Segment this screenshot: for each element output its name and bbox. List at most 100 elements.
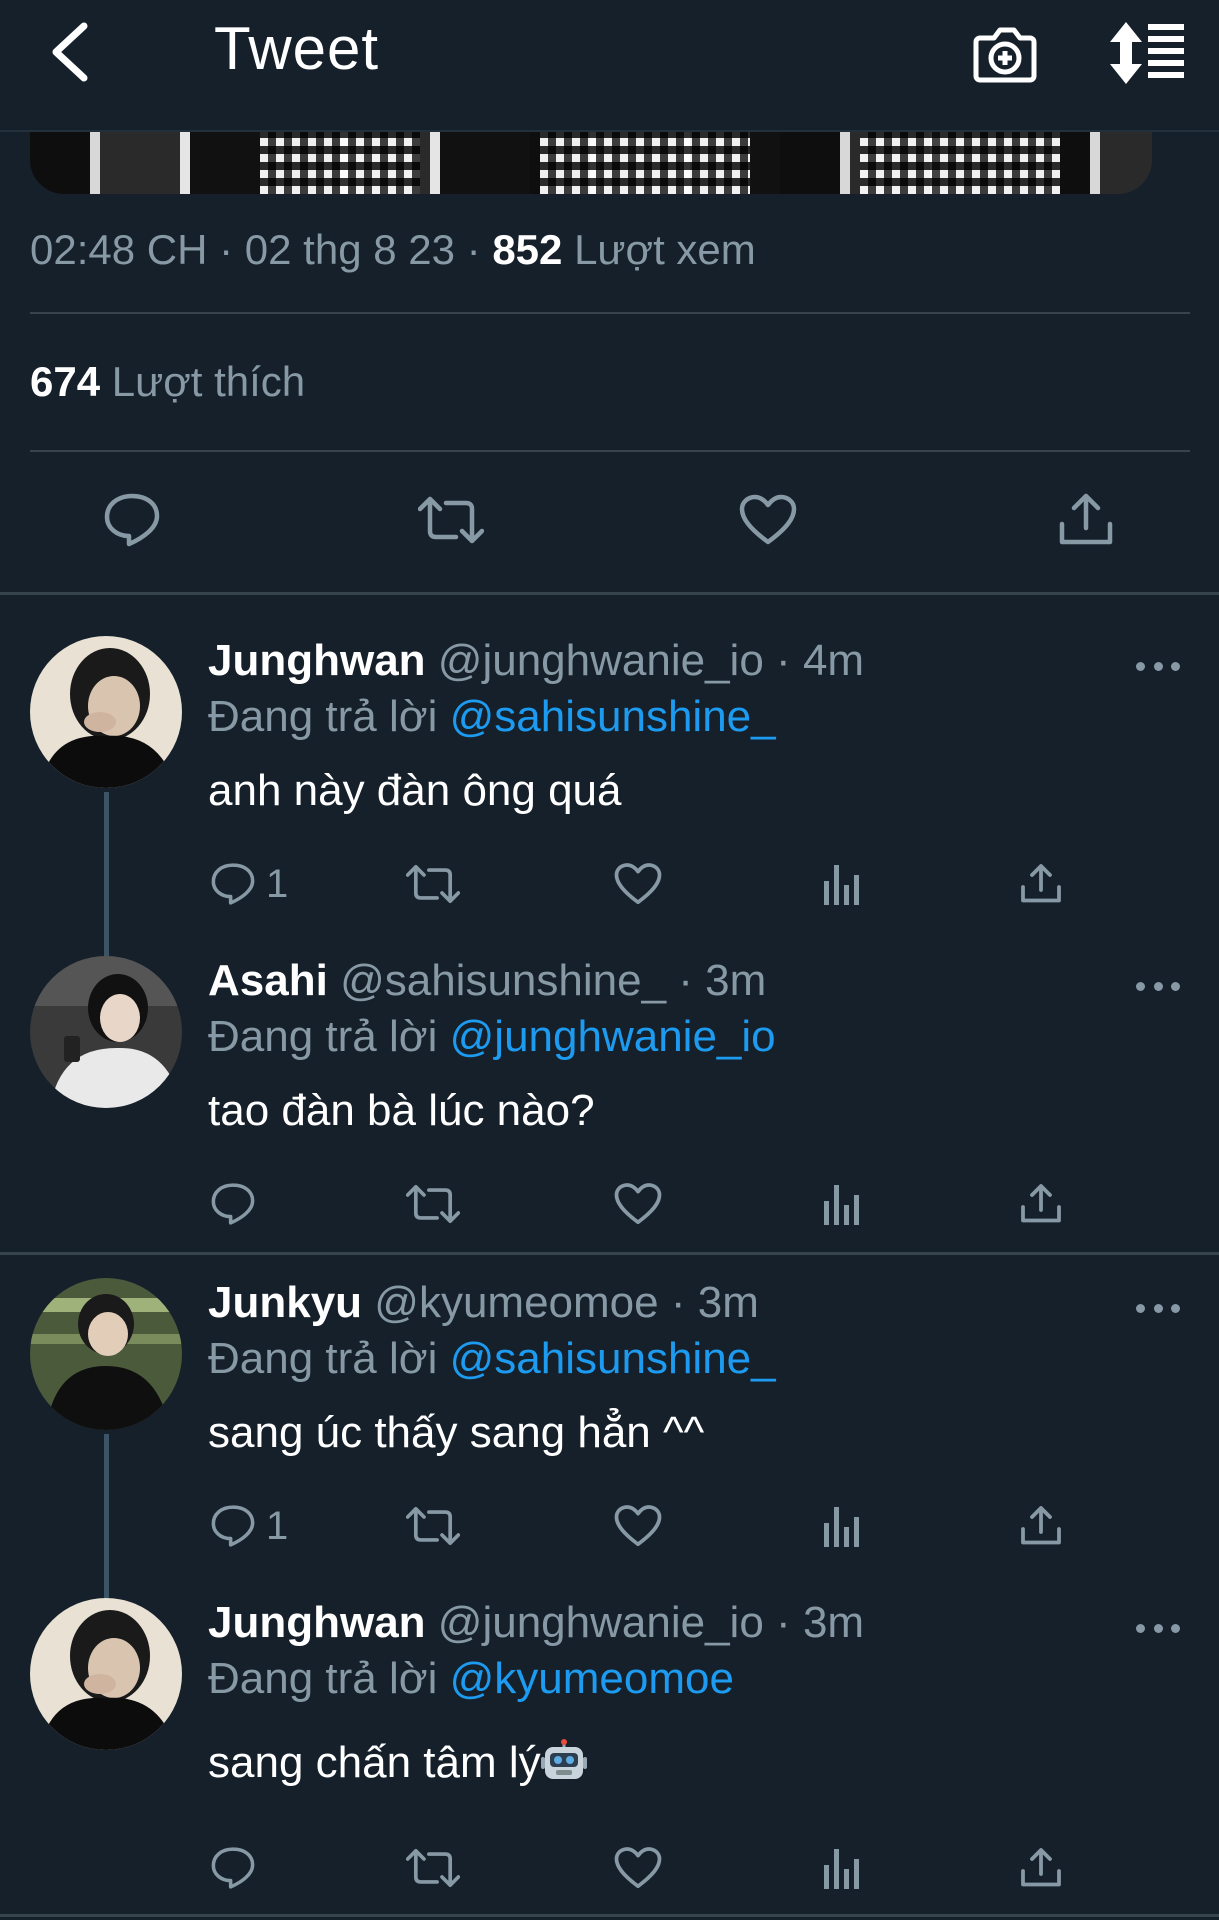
replying-to: Đang trả lời @sahisunshine_ bbox=[208, 1334, 776, 1384]
reply-count: 1 bbox=[266, 861, 289, 906]
avatar[interactable] bbox=[30, 956, 182, 1108]
analytics-button[interactable] bbox=[822, 1838, 862, 1898]
retweet-icon bbox=[406, 864, 460, 904]
analytics-button[interactable] bbox=[822, 1496, 862, 1556]
meta-separator: · bbox=[219, 226, 234, 273]
retweet-button[interactable] bbox=[406, 854, 460, 914]
sort-button[interactable] bbox=[1108, 20, 1188, 86]
mention-link[interactable]: @sahisunshine_ bbox=[450, 1334, 776, 1383]
share-button[interactable] bbox=[1020, 1496, 1062, 1556]
display-name[interactable]: Asahi bbox=[208, 956, 328, 1005]
divider bbox=[30, 312, 1190, 314]
heart-icon bbox=[739, 494, 797, 545]
like-button[interactable] bbox=[614, 1174, 662, 1234]
reply-tweet[interactable]: Junkyu @kyumeomoe · 3m Đang trả lời @sah… bbox=[0, 1278, 1219, 1598]
share-icon bbox=[1021, 1848, 1061, 1887]
views-count: 852 bbox=[492, 226, 563, 273]
reply-button[interactable] bbox=[210, 1174, 266, 1234]
more-options-button[interactable] bbox=[1136, 976, 1180, 996]
likes-stat[interactable]: 674 Lượt thích bbox=[30, 358, 305, 406]
more-options-button[interactable] bbox=[1136, 656, 1180, 676]
mention-link[interactable]: @kyumeomoe bbox=[450, 1654, 734, 1703]
reply-age: 3m bbox=[802, 1598, 865, 1647]
reply-header: Junkyu @kyumeomoe · 3m bbox=[208, 1278, 759, 1327]
reply-text-container: sang chấn tâm lý bbox=[208, 1738, 587, 1788]
retweet-button[interactable] bbox=[406, 1174, 460, 1234]
like-button[interactable] bbox=[614, 1496, 662, 1556]
heart-icon bbox=[614, 863, 662, 905]
back-arrow-icon bbox=[52, 22, 88, 82]
display-name[interactable]: Junghwan bbox=[208, 1598, 426, 1647]
reply-text: anh này đàn ông quá bbox=[208, 766, 622, 815]
retweet-button[interactable] bbox=[406, 1838, 460, 1898]
like-button[interactable] bbox=[614, 854, 662, 914]
camera-button[interactable] bbox=[972, 20, 1038, 86]
reply-icon bbox=[211, 863, 255, 905]
reply-tweet[interactable]: Junghwan @junghwanie_io · 3m Đang trả lờ… bbox=[0, 1598, 1219, 1916]
reply-header: Asahi @sahisunshine_ · 3m bbox=[208, 956, 767, 1005]
share-button[interactable] bbox=[1020, 1174, 1062, 1234]
share-icon bbox=[1059, 493, 1113, 545]
reply-button[interactable] bbox=[102, 490, 162, 550]
divider bbox=[30, 450, 1190, 452]
display-name[interactable]: Junghwan bbox=[208, 636, 426, 685]
avatar-photo bbox=[30, 1278, 182, 1430]
reply-header: Junghwan @junghwanie_io · 3m bbox=[208, 1598, 865, 1647]
avatar[interactable] bbox=[30, 1598, 182, 1750]
user-handle: @sahisunshine_ bbox=[340, 956, 667, 1005]
reply-header: Junghwan @junghwanie_io · 4m bbox=[208, 636, 865, 685]
share-icon bbox=[1021, 1506, 1061, 1545]
page-title: Tweet bbox=[214, 15, 380, 82]
avatar[interactable] bbox=[30, 636, 182, 788]
sort-timeline-icon bbox=[1110, 22, 1184, 84]
share-icon bbox=[1021, 864, 1061, 903]
replying-prefix: Đang trả lời bbox=[208, 1012, 438, 1061]
reply-action-bar bbox=[0, 1838, 1219, 1898]
reply-count: 1 bbox=[266, 1503, 289, 1548]
reply-tweet[interactable]: Junghwan @junghwanie_io · 4m Đang trả lờ… bbox=[0, 636, 1219, 958]
reply-icon bbox=[211, 1505, 255, 1547]
tweet-timestamp: 02:48 CH · 02 thg 8 23 · 852 Lượt xem bbox=[30, 226, 756, 274]
section-divider bbox=[0, 592, 1219, 595]
avatar[interactable] bbox=[30, 1278, 182, 1430]
section-divider bbox=[0, 1914, 1219, 1917]
analytics-icon bbox=[824, 865, 859, 905]
analytics-icon bbox=[824, 1849, 859, 1889]
reply-button[interactable]: 1 bbox=[210, 854, 288, 914]
user-handle: @junghwanie_io bbox=[437, 636, 764, 685]
reply-age: 3m bbox=[697, 1278, 759, 1327]
replying-prefix: Đang trả lời bbox=[208, 1334, 438, 1383]
more-options-button[interactable] bbox=[1136, 1298, 1180, 1318]
retweet-button[interactable] bbox=[416, 490, 486, 550]
reply-button[interactable] bbox=[210, 1838, 266, 1898]
mention-link[interactable]: @junghwanie_io bbox=[450, 1012, 776, 1061]
heart-icon bbox=[614, 1183, 662, 1225]
analytics-button[interactable] bbox=[822, 854, 862, 914]
avatar-photo bbox=[30, 636, 182, 788]
replying-to: Đang trả lời @junghwanie_io bbox=[208, 1012, 776, 1062]
display-name[interactable]: Junkyu bbox=[208, 1278, 362, 1327]
heart-icon bbox=[614, 1505, 662, 1547]
analytics-icon bbox=[824, 1507, 859, 1547]
share-button[interactable] bbox=[1056, 490, 1116, 550]
top-bar: Tweet bbox=[0, 0, 1219, 132]
robot-face-emoji-icon bbox=[540, 1739, 587, 1779]
analytics-button[interactable] bbox=[822, 1174, 862, 1234]
retweet-icon bbox=[406, 1506, 460, 1546]
reply-button[interactable]: 1 bbox=[210, 1496, 288, 1556]
likes-label: Lượt thích bbox=[111, 358, 306, 405]
reply-text: sang chấn tâm lý bbox=[208, 1738, 541, 1787]
like-button[interactable] bbox=[614, 1838, 662, 1898]
share-button[interactable] bbox=[1020, 1838, 1062, 1898]
likes-count: 674 bbox=[30, 358, 101, 405]
reply-tweet[interactable]: Asahi @sahisunshine_ · 3m Đang trả lời @… bbox=[0, 956, 1219, 1276]
retweet-button[interactable] bbox=[406, 1496, 460, 1556]
more-options-button[interactable] bbox=[1136, 1618, 1180, 1638]
like-button[interactable] bbox=[738, 490, 798, 550]
back-button[interactable] bbox=[40, 22, 100, 82]
share-button[interactable] bbox=[1020, 854, 1062, 914]
user-handle: @kyumeomoe bbox=[374, 1278, 659, 1327]
mention-link[interactable]: @sahisunshine_ bbox=[450, 692, 776, 741]
retweet-icon bbox=[406, 1848, 460, 1888]
reply-age: 4m bbox=[802, 636, 865, 685]
